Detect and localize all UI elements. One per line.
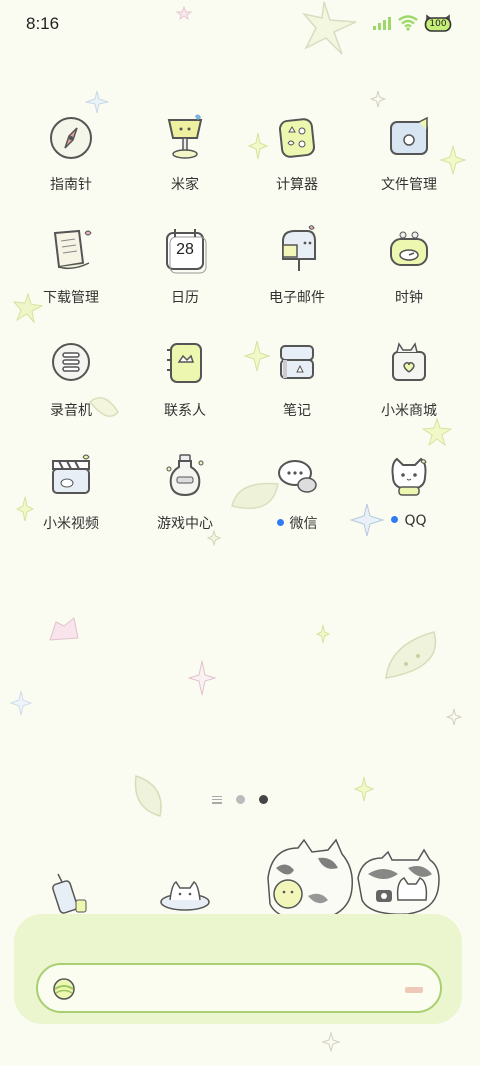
app-email[interactable]: 电子邮件 [242,223,352,323]
potion-bottle-icon [166,454,204,497]
video-clapper-icon [52,454,90,494]
cat-saucer-illustration-icon [160,881,210,911]
shop-bag-icon [392,342,426,381]
app-wechat[interactable]: 微信 [242,449,352,549]
app-label: 微信 [289,516,318,532]
mailbox-icon [282,225,316,271]
wifi-icon [398,15,418,31]
app-label: 录音机 [50,403,92,419]
walkie-talkie-illustration-icon [52,873,87,914]
app-label: 游戏中心 [157,516,213,532]
star-decoration-icon [49,617,79,641]
app-game-center[interactable]: 游戏中心 [130,449,240,549]
star-decoration-icon [446,708,462,726]
search-ball-icon [53,978,75,1000]
app-contacts[interactable]: 联系人 [130,336,240,436]
leaf-decoration-icon [134,774,162,817]
voice-mark-icon[interactable] [404,985,424,995]
app-label: 文件管理 [381,177,437,193]
app-label: 联系人 [164,403,206,419]
folder-icon [390,116,428,155]
status-time: 8:16 [26,14,60,33]
page-dot [236,795,245,804]
app-label: 指南针 [50,177,92,193]
compass-icon [50,117,92,159]
minus-one-screen-icon [212,795,222,804]
app-mijia[interactable]: 米家 [130,110,240,210]
search-bar[interactable] [36,963,442,1013]
app-label: 时钟 [395,290,423,306]
app-recorder[interactable]: 录音机 [16,336,126,436]
calculator-icon [278,118,316,158]
status-bar: 8:16 100 [0,0,480,50]
contacts-book-icon [167,343,202,383]
page-indicator[interactable] [212,795,268,804]
star-decoration-icon [188,660,216,696]
app-label: 下载管理 [43,290,99,306]
notebook-icon [280,345,314,379]
app-label: QQ [404,513,427,529]
star-decoration-icon [316,624,330,644]
signal-icon [373,17,391,30]
app-notes[interactable]: 笔记 [242,336,352,436]
app-label: 日历 [171,290,199,306]
mijia-lamp-icon [167,114,203,159]
app-mi-video[interactable]: 小米视频 [16,449,126,549]
battery-level: 100 [429,19,447,29]
app-label: 小米视频 [43,516,99,532]
star-decoration-icon [322,1032,340,1052]
app-mi-store[interactable]: 小米商城 [354,336,464,436]
app-qq[interactable]: QQ [354,449,464,549]
battery-icon: 100 [424,14,452,32]
wechat-bubbles-icon [278,460,317,493]
star-decoration-icon [10,690,32,716]
app-calculator[interactable]: 计算器 [242,110,352,210]
app-label: 笔记 [283,403,311,419]
page-dot-active [259,795,268,804]
app-file-manager[interactable]: 文件管理 [354,110,464,210]
app-label: 计算器 [276,177,318,193]
download-scroll-icon [53,229,92,270]
star-decoration-icon [370,90,386,108]
app-calendar[interactable]: 28 日历 [130,223,240,323]
notification-badge [391,515,399,523]
calendar-day: 28 [176,241,194,258]
qq-cat-icon [391,457,427,496]
clock-icon [390,231,428,266]
star-decoration-icon [354,776,374,802]
app-download-manager[interactable]: 下载管理 [16,223,126,323]
app-label: 米家 [171,177,199,193]
notification-badge [276,518,284,526]
app-compass[interactable]: 指南针 [16,110,126,210]
app-clock[interactable]: 时钟 [354,223,464,323]
app-label: 小米商城 [381,403,437,419]
recorder-icon [52,343,90,381]
leaf-decoration-icon [385,631,437,679]
app-label: 电子邮件 [269,290,325,306]
